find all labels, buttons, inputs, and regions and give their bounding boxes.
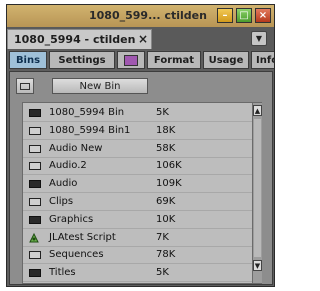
list-item[interactable]: Graphics 10K <box>23 212 252 229</box>
maximize-icon: □ <box>239 9 249 21</box>
list-item[interactable]: Sequences 78K <box>23 247 252 265</box>
new-bin-button[interactable]: New Bin <box>52 78 148 94</box>
arrow-down-icon: ▼ <box>254 261 261 270</box>
bin-size: 5K <box>156 107 169 118</box>
bin-size: 5K <box>156 267 169 279</box>
tab-usage[interactable]: Usage <box>203 51 249 69</box>
tab-media[interactable] <box>117 51 145 69</box>
bin-name: Audio New <box>49 142 103 154</box>
vertical-scrollbar[interactable]: ▲ ▼ <box>252 103 262 283</box>
scroll-up-button[interactable]: ▲ <box>253 105 262 116</box>
bin-empty-icon <box>29 126 41 135</box>
tab-bin-container[interactable]: 1080_5994 - ctilden × <box>7 29 152 49</box>
bin-list: 1080_5994 Bin 5K 1080_5994 Bin1 18K Audio Ne… <box>22 102 262 284</box>
chevron-down-icon: ▼ <box>255 34 263 43</box>
bin-filled-icon <box>29 109 41 117</box>
bin-size: 106K <box>156 160 182 172</box>
tab-label: 1080_5994 - ctilden <box>14 33 136 46</box>
bin-empty-icon <box>29 144 41 153</box>
bin-name: Audio.2 <box>49 160 87 172</box>
bin-window: 1080_599... ctilden – □ × 1080_5994 - ct… <box>6 4 275 287</box>
bin-size: 7K <box>156 231 169 243</box>
tab-info[interactable]: Info <box>251 51 274 69</box>
tab-format[interactable]: Format <box>147 51 201 69</box>
tab-bar: 1080_5994 - ctilden × ▼ <box>7 27 274 50</box>
bin-name: 1080_5994 Bin <box>49 107 125 118</box>
list-item[interactable]: 1080_5994 Bin1 18K <box>23 123 252 140</box>
script-icon <box>28 232 40 244</box>
bin-filled-icon <box>29 180 41 189</box>
arrow-up-icon: ▲ <box>254 106 261 115</box>
bin-size: 69K <box>156 196 176 207</box>
tab-menu-button[interactable]: ▼ <box>251 31 267 46</box>
close-window-button[interactable]: × <box>255 8 271 23</box>
bin-size: 58K <box>156 142 176 154</box>
bin-filled-icon <box>29 215 41 224</box>
bin-empty-icon <box>29 162 41 171</box>
bin-name: Audio <box>49 178 78 190</box>
bin-size: 78K <box>156 249 176 261</box>
film-icon <box>124 54 138 66</box>
bin-filled-icon <box>29 269 41 278</box>
tab-settings[interactable]: Settings <box>49 51 115 69</box>
bin-size: 18K <box>156 124 176 136</box>
bin-name: Graphics <box>49 213 94 225</box>
bin-size: 109K <box>156 178 182 190</box>
title-bar[interactable]: 1080_599... ctilden – □ × <box>7 5 274 28</box>
bin-name: Titles <box>49 267 76 279</box>
scroll-thumb[interactable] <box>254 119 261 257</box>
bin-name: Sequences <box>49 249 104 261</box>
list-item[interactable]: Clips 69K <box>23 194 252 211</box>
maximize-button[interactable]: □ <box>236 8 252 23</box>
tab-close-icon[interactable]: × <box>138 32 148 46</box>
bin-name: Clips <box>49 196 74 207</box>
bins-panel: New Bin 1080_5994 Bin 5K 1080_5994 Bin1 18K… <box>9 71 273 285</box>
tab-bins[interactable]: Bins <box>9 51 47 69</box>
minimize-button[interactable]: – <box>217 8 233 23</box>
bin-size: 10K <box>156 213 176 225</box>
close-icon: × <box>258 9 268 21</box>
window-title: 1080_599... ctilden <box>89 9 207 22</box>
bin-name: JLAtest Script <box>49 231 116 243</box>
bin-name: 1080_5994 Bin1 <box>49 124 131 136</box>
list-item[interactable]: JLAtest Script 7K <box>23 230 252 247</box>
list-view-icon <box>20 82 30 90</box>
list-item[interactable]: Audio New 58K <box>23 141 252 158</box>
view-toggle-button[interactable] <box>16 78 34 94</box>
list-item[interactable]: Audio.2 106K <box>23 158 252 176</box>
bin-empty-icon <box>29 198 41 206</box>
subtab-bar: Bins Settings Format Usage Info <box>7 50 274 70</box>
list-item[interactable]: Titles 5K <box>23 265 252 283</box>
scroll-down-button[interactable]: ▼ <box>253 260 262 271</box>
bin-empty-icon <box>29 251 41 260</box>
list-item[interactable]: 1080_5994 Bin 5K <box>23 105 252 122</box>
list-item[interactable]: Audio 109K <box>23 176 252 194</box>
minimize-icon: – <box>222 9 228 21</box>
